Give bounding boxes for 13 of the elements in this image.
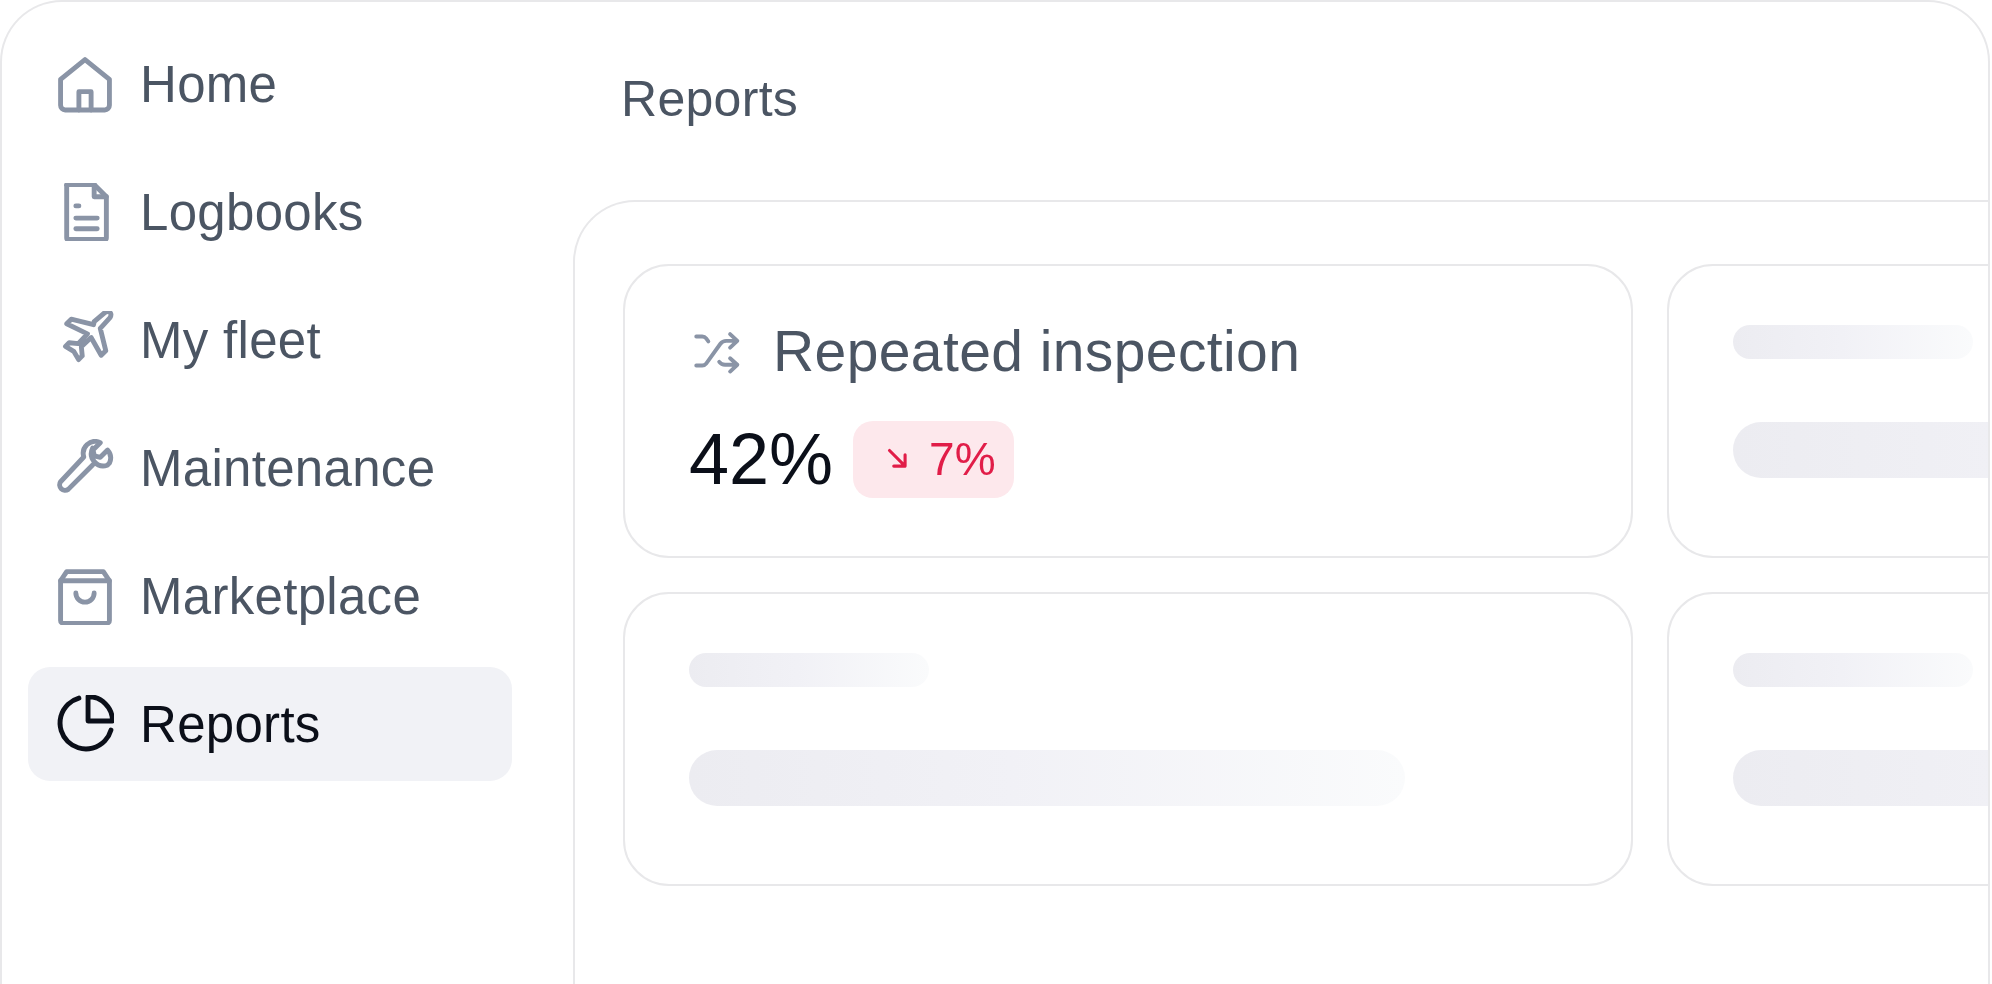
sidebar-item[interactable]: Maintenance <box>28 411 512 525</box>
change-badge: 7% <box>853 420 1014 498</box>
home-icon <box>56 55 114 113</box>
page-title: Reports <box>621 71 799 127</box>
pie-chart-icon <box>56 695 114 753</box>
sidebar-item[interactable]: My fleet <box>28 283 512 397</box>
sidebar-item[interactable]: Home <box>28 27 512 141</box>
sidebar-item[interactable]: Reports <box>28 667 512 781</box>
metric-value: 42% <box>689 418 834 500</box>
card-title: Repeated inspection <box>773 318 1301 384</box>
sidebar-item[interactable]: Logbooks <box>28 155 512 269</box>
shopping-bag-icon <box>56 567 114 625</box>
sidebar-item[interactable]: Marketplace <box>28 539 512 653</box>
